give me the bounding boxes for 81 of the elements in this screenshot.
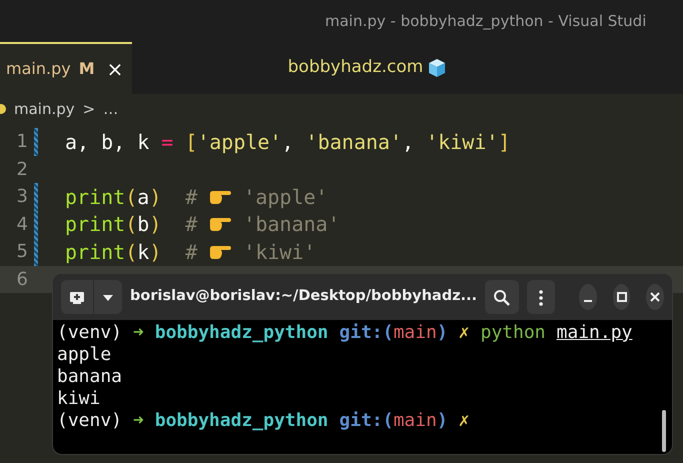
search-icon (493, 288, 512, 307)
code-token: b, (101, 128, 126, 156)
cube-icon (427, 58, 448, 78)
terminal-text: bobbyhadz_python (154, 322, 328, 344)
window-title: main.py - bobbyhadz_python - Visual Studi (325, 12, 646, 30)
terminal-title: borislav@borislav:~/Desktop/bobbyhadz... (130, 287, 478, 306)
terminal-text: apple (57, 344, 112, 366)
minimize-icon (584, 300, 592, 302)
code-token: [ (185, 128, 198, 156)
close-button[interactable] (646, 284, 664, 310)
terminal-text: ✗ (458, 322, 470, 344)
line-number: 1 (16, 130, 28, 154)
line-number: 5 (16, 240, 28, 264)
code-token: 'banana' (306, 128, 402, 156)
code-token: 'kiwi' (243, 238, 316, 266)
code-token: a, (65, 128, 90, 156)
terminal-text: git:( (339, 410, 394, 432)
code-token: ) (149, 184, 162, 211)
menu-button[interactable] (527, 280, 556, 314)
code-token: ) (149, 211, 162, 238)
terminal-text: banana (57, 366, 122, 388)
code-token: ( (125, 211, 138, 238)
tab-label: main.py (6, 58, 71, 80)
code-token: k (137, 128, 150, 156)
terminal-text: ) (436, 410, 448, 432)
terminal-text: python (480, 322, 546, 344)
terminal-text: kiwi (57, 388, 100, 410)
code-token: print (65, 211, 126, 238)
line-number: 3 (16, 185, 28, 210)
terminal-text: bobbyhadz_python (154, 410, 328, 432)
close-button[interactable]: × (102, 54, 128, 84)
file-icon (0, 104, 6, 114)
terminal-text: main (393, 322, 437, 344)
line-number: 2 (16, 158, 28, 182)
terminal-text: ➜ (133, 322, 144, 344)
minimize-button[interactable] (579, 284, 597, 310)
terminal-text: main.py (556, 322, 632, 344)
terminal-text: (venv) (57, 322, 122, 344)
banner-text: bobbyhadz.com (288, 56, 424, 80)
code-token: 'apple' (243, 184, 328, 211)
line-number: 6 (16, 268, 28, 292)
line-number: 4 (16, 212, 28, 237)
code-token: # (185, 211, 198, 238)
breadcrumb-separator: > (82, 98, 96, 120)
code-token: b (137, 211, 150, 238)
code-token: , (402, 128, 414, 156)
pointing-hand-icon (209, 215, 232, 234)
terminal-text: ➜ (133, 410, 144, 432)
code-token: k (137, 238, 150, 266)
new-tab-icon (69, 290, 85, 305)
breadcrumb-item[interactable]: … (103, 98, 118, 120)
code-token: print (65, 238, 126, 266)
code-token: # (185, 238, 198, 266)
code-token: , (282, 128, 294, 156)
code-token: 'kiwi' (426, 128, 498, 156)
code-token: = (161, 128, 174, 156)
new-tab-button[interactable] (61, 280, 93, 314)
breadcrumb-item[interactable]: main.py (14, 98, 75, 120)
terminal-text: main (393, 410, 437, 432)
code-token: ( (125, 238, 138, 266)
editor-tab[interactable]: main.py M × (0, 42, 132, 94)
terminal-text: (venv) (57, 410, 122, 432)
maximize-icon (616, 292, 627, 302)
menu-icon (539, 290, 544, 306)
close-icon (650, 292, 660, 302)
maximize-button[interactable] (612, 284, 630, 310)
scrollbar[interactable] (662, 410, 666, 452)
terminal-text: git:( (339, 322, 394, 344)
code-token: a (137, 184, 150, 211)
code-token: print (65, 184, 126, 211)
code-token: ] (498, 128, 510, 156)
code-token: 'banana' (243, 211, 340, 238)
code-token: ) (149, 238, 162, 266)
code-token: 'apple' (197, 128, 282, 156)
code-token: # (185, 184, 198, 211)
terminal-text: ) (436, 322, 448, 344)
search-button[interactable] (485, 280, 520, 314)
dropdown-button[interactable] (94, 280, 122, 314)
terminal-text: ✗ (458, 410, 470, 432)
code-token: ( (125, 184, 138, 211)
modified-label: M (78, 58, 95, 80)
